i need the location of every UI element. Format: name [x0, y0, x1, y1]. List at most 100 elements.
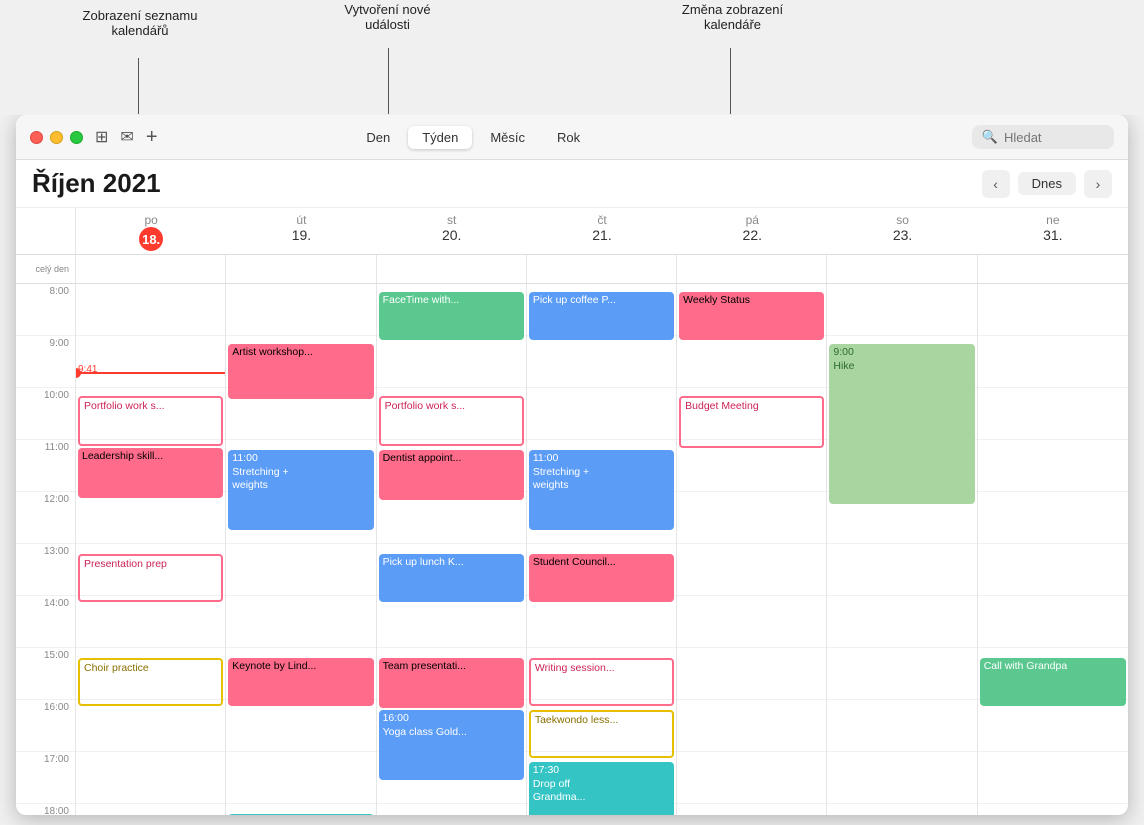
all-day-cell-1: [226, 255, 376, 283]
tab-tyden[interactable]: Týden: [408, 126, 472, 149]
all-day-cell-0: [76, 255, 226, 283]
day-name: po: [144, 213, 157, 227]
calendar-window: ⊞ ✉ + Den Týden Měsíc Rok 🔍 Říjen 2021 ‹…: [16, 115, 1128, 815]
event-block[interactable]: Team presentati...: [379, 658, 524, 708]
day-header-čt: čt21.: [527, 208, 677, 254]
hour-cell: [226, 752, 375, 804]
inbox-icon[interactable]: ✉: [120, 127, 133, 147]
hour-cell: [978, 700, 1128, 752]
day-name: st: [447, 213, 456, 227]
event-block[interactable]: Pick up lunch K...: [379, 554, 524, 602]
event-block[interactable]: Student Council...: [529, 554, 674, 602]
time-label: 8:00: [16, 284, 75, 336]
event-block[interactable]: Leadership skill...: [78, 448, 223, 498]
event-block[interactable]: Writing session...: [529, 658, 674, 706]
event-block[interactable]: 16:00 Yoga class Gold...: [379, 710, 524, 780]
time-label: 17:00: [16, 752, 75, 804]
event-block[interactable]: 17:30 Drop off Grandma...: [529, 762, 674, 815]
annotation-area: Zobrazení seznamukalendářů Vytvoření nov…: [0, 0, 1144, 115]
event-block[interactable]: Taekwondo less...: [529, 710, 674, 758]
event-column-2: FaceTime with... Portfolio work s...Denti…: [377, 284, 527, 815]
day-number: 19.: [292, 227, 311, 243]
prev-button[interactable]: ‹: [982, 170, 1010, 198]
header-spacer: [16, 208, 76, 254]
ann-line-3: [730, 48, 731, 114]
day-header-pá: pá22.: [677, 208, 827, 254]
event-block[interactable]: 9:00 Hike: [829, 344, 974, 504]
event-block[interactable]: Portfolio work s...: [78, 396, 223, 446]
day-headers: po18.út19.st20.čt21.pá22.so23.ne31.: [76, 208, 1128, 254]
event-block[interactable]: Artist workshop...: [228, 344, 373, 399]
search-icon: 🔍: [982, 129, 998, 145]
event-column-1: Artist workshop... 11:00 Stretching + wei…: [226, 284, 376, 815]
annotation-calendars: Zobrazení seznamukalendářů: [60, 8, 220, 38]
event-block[interactable]: Portfolio work s...: [379, 396, 524, 446]
hour-cell: [978, 544, 1128, 596]
minimize-button[interactable]: [50, 131, 63, 144]
maximize-button[interactable]: [70, 131, 83, 144]
event-block[interactable]: Keynote by Lind...: [228, 658, 373, 706]
hour-cell: [677, 804, 826, 815]
event-block[interactable]: Dentist appoint...: [379, 450, 524, 500]
event-block[interactable]: Budget Meeting: [679, 396, 824, 448]
tab-rok[interactable]: Rok: [543, 126, 594, 149]
hour-cell: [677, 648, 826, 700]
time-label: 16:00: [16, 700, 75, 752]
hour-cell: [76, 284, 225, 336]
hour-cell: [527, 336, 676, 388]
event-block[interactable]: FaceTime with...: [379, 292, 524, 340]
event-block[interactable]: Choir practice: [78, 658, 223, 706]
ann-line-2: [388, 48, 389, 114]
time-label: 15:00: [16, 648, 75, 700]
today-button[interactable]: Dnes: [1018, 172, 1076, 195]
search-input[interactable]: [1004, 130, 1104, 145]
hour-cell: [76, 492, 225, 544]
tab-den[interactable]: Den: [352, 126, 404, 149]
time-label: 11:00: [16, 440, 75, 492]
all-day-cell-6: [978, 255, 1128, 283]
event-block[interactable]: 11:00 Stretching + weights: [529, 450, 674, 530]
time-label: 10:00: [16, 388, 75, 440]
day-header-po: po18.: [76, 208, 226, 254]
event-block[interactable]: Call with Grandpa: [980, 658, 1126, 706]
events-area[interactable]: 9:41Portfolio work s...Leadership skill.…: [76, 284, 1128, 815]
hour-cell: [76, 752, 225, 804]
day-header-út: út19.: [226, 208, 376, 254]
close-button[interactable]: [30, 131, 43, 144]
next-button[interactable]: ›: [1084, 170, 1112, 198]
search-box[interactable]: 🔍: [972, 125, 1114, 149]
hour-cell: [226, 284, 375, 336]
hour-cell: [76, 336, 225, 388]
time-label: 13:00: [16, 544, 75, 596]
event-block[interactable]: 11:00 Stretching + weights: [228, 450, 373, 530]
event-block[interactable]: Taco night: [228, 814, 373, 815]
all-day-cell-3: [527, 255, 677, 283]
hour-cell: [978, 596, 1128, 648]
event-block[interactable]: Presentation prep: [78, 554, 223, 602]
calendar-header: Říjen 2021 ‹ Dnes ›: [16, 160, 1128, 208]
event-column-0: 9:41Portfolio work s...Leadership skill.…: [76, 284, 226, 815]
tab-mesic[interactable]: Měsíc: [476, 126, 539, 149]
all-day-cell-4: [677, 255, 827, 283]
event-column-3: Pick up coffee P... 11:00 Stretching + we…: [527, 284, 677, 815]
event-block[interactable]: Weekly Status: [679, 292, 824, 340]
hour-cell: [226, 544, 375, 596]
day-headers-row: po18.út19.st20.čt21.pá22.so23.ne31.: [16, 208, 1128, 255]
day-name: so: [896, 213, 909, 227]
hour-cell: [677, 596, 826, 648]
hour-cell: [527, 388, 676, 440]
time-label: 14:00: [16, 596, 75, 648]
hour-cell: [677, 336, 826, 388]
hour-cell: [827, 284, 976, 336]
traffic-lights: [30, 131, 83, 144]
day-number: 22.: [743, 227, 762, 243]
hour-cell: [677, 544, 826, 596]
toolbar-icons: ⊞ ✉ +: [95, 127, 158, 147]
add-event-button[interactable]: +: [146, 127, 158, 147]
hour-cell: [978, 492, 1128, 544]
day-header-st: st20.: [377, 208, 527, 254]
calendar-list-icon[interactable]: ⊞: [95, 127, 108, 147]
event-block[interactable]: Pick up coffee P...: [529, 292, 674, 340]
time-labels: 8:009:0010:0011:0012:0013:0014:0015:0016…: [16, 284, 76, 815]
day-name: pá: [746, 213, 759, 227]
